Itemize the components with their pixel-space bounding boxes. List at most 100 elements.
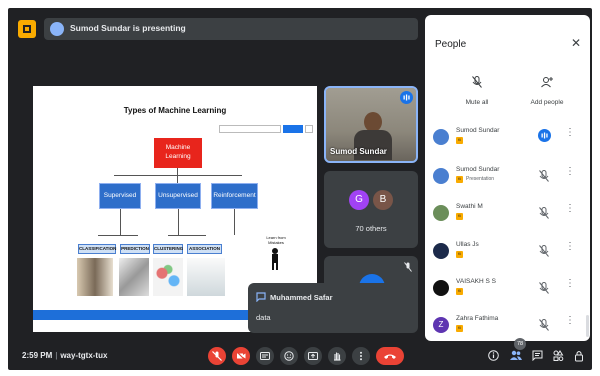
host-controls-icon[interactable] (574, 350, 584, 362)
more-options-button[interactable] (352, 347, 370, 365)
clock-time: 2:59 PM (22, 351, 53, 360)
slide-search-bar (219, 125, 281, 133)
add-people-button[interactable]: Add people (517, 75, 577, 106)
meeting-info: 2:59 PM | way-tgtx-tux (22, 351, 107, 360)
hand-icon (334, 352, 341, 361)
hang-up-icon (384, 354, 396, 359)
chat-icon[interactable] (532, 350, 543, 361)
slide-connector (98, 235, 138, 236)
mute-all-button[interactable]: Mute all (447, 75, 507, 106)
bottom-control-bar: 2:59 PM | way-tgtx-tux 78 (8, 338, 592, 370)
avatar-b: B (373, 190, 393, 210)
presenting-banner: Sumod Sundar is presenting (44, 18, 418, 40)
participant-subtitle: Presentation (466, 176, 495, 182)
participant-avatar (433, 280, 449, 296)
slide-connector (178, 209, 179, 235)
stick-figure-icon (272, 248, 278, 270)
chat-sender-name: Muhammed Safar (270, 293, 333, 302)
mic-off-icon (212, 351, 222, 361)
mic-off-icon[interactable] (539, 281, 549, 299)
slide-sub-classification: CLASSIFICATION (78, 244, 116, 254)
participant-badge: Ki (456, 137, 463, 144)
participant-row[interactable]: Sumod Sundar Ki ⋮ (425, 122, 590, 158)
slide-connector (234, 209, 235, 235)
presenter-tile-name: Sumod Sundar (330, 147, 387, 156)
presenter-video-tile[interactable]: Sumod Sundar (324, 86, 418, 163)
slide-category-unsupervised: Unsupervised (155, 183, 201, 209)
captions-button[interactable] (256, 347, 274, 365)
participant-badge: Ki (456, 251, 463, 258)
mute-all-label: Mute all (465, 99, 489, 106)
participant-list-scrollbar[interactable] (586, 315, 589, 337)
participant-row[interactable]: Swathi M Ki ⋮ (425, 198, 590, 234)
presenter-avatar-icon (50, 22, 64, 36)
slide-category-reinforcement: Reinforcement (211, 183, 258, 209)
participant-name: Zahra Fathima (456, 315, 499, 322)
speaking-indicator-icon (400, 91, 413, 104)
slide-image-association (187, 258, 225, 296)
mic-off-icon[interactable] (539, 244, 549, 262)
people-icon[interactable] (510, 350, 522, 361)
chat-icon (256, 292, 266, 302)
more-vert-icon[interactable]: ⋮ (565, 167, 575, 177)
mic-off-icon[interactable] (539, 318, 549, 336)
mic-off-icon[interactable] (539, 169, 549, 187)
participant-avatar (433, 243, 449, 259)
more-vert-icon[interactable]: ⋮ (565, 316, 575, 326)
activities-icon[interactable] (553, 350, 564, 361)
chat-message-text: data (256, 313, 271, 322)
more-vert-icon[interactable]: ⋮ (565, 204, 575, 214)
participant-row[interactable]: Ullas Js Ki ⋮ (425, 236, 590, 272)
slide-image-clustering (153, 258, 183, 296)
participant-name: Ullas Js (456, 241, 479, 248)
people-panel: People ✕ Mute all Add people Sumod Sunda… (425, 15, 590, 341)
participant-avatar (433, 205, 449, 221)
present-now-button[interactable] (304, 347, 322, 365)
more-vert-icon[interactable]: ⋮ (565, 242, 575, 252)
participant-name: Sumod Sundar (456, 127, 500, 134)
participant-badge: Ki (456, 176, 463, 183)
slide-connector (114, 175, 242, 176)
mic-off-icon[interactable] (539, 206, 549, 224)
slide-sub-prediction: PREDICTION (120, 244, 150, 254)
mic-toggle-button[interactable] (208, 347, 226, 365)
leave-call-button[interactable] (376, 347, 404, 365)
slide-category-supervised: Supervised (99, 183, 141, 209)
camera-off-icon (236, 351, 246, 361)
others-count-label: 70 others (355, 224, 387, 233)
participant-row[interactable]: VAISAKH S S Ki ⋮ (425, 273, 590, 309)
mic-off-icon (404, 262, 412, 272)
participant-row[interactable]: Sumod Sundar Ki Presentation ⋮ (425, 161, 590, 197)
participant-avatar (433, 168, 449, 184)
people-panel-title: People (435, 39, 467, 50)
slide-image-prediction (119, 258, 149, 296)
more-vert-icon[interactable]: ⋮ (565, 128, 575, 138)
meeting-details-icon[interactable] (488, 350, 499, 361)
emoji-icon (284, 351, 294, 361)
slide-title: Types of Machine Learning (123, 106, 227, 115)
captions-icon (260, 352, 270, 360)
close-icon[interactable]: ✕ (571, 36, 581, 50)
slide-search-button (283, 125, 303, 133)
separator: | (55, 351, 58, 360)
participant-avatar: Z (433, 317, 449, 333)
others-tile[interactable]: G B 70 others (324, 171, 418, 248)
participant-name: Sumod Sundar (456, 166, 500, 173)
slide-image-classification (77, 258, 113, 296)
chat-notification[interactable]: Muhammed Safar data (248, 283, 416, 333)
slide-sub-clustering: CLUSTERING (153, 244, 183, 254)
reactions-button[interactable] (280, 347, 298, 365)
more-vert-icon[interactable]: ⋮ (565, 279, 575, 289)
slide-search-link (305, 125, 313, 133)
present-icon (308, 352, 318, 360)
participant-row[interactable]: Z Zahra Fathima Ki ⋮ (425, 310, 590, 341)
people-count-badge: 78 (514, 338, 526, 350)
presentation-app-icon[interactable] (18, 20, 36, 38)
raise-hand-button[interactable] (328, 347, 346, 365)
participant-name: Swathi M (456, 203, 483, 210)
slide-sub-association: ASSOCIATION (187, 244, 222, 254)
camera-toggle-button[interactable] (232, 347, 250, 365)
add-people-label: Add people (530, 99, 564, 106)
more-vert-icon (360, 351, 362, 361)
participant-badge: Ki (456, 213, 463, 220)
